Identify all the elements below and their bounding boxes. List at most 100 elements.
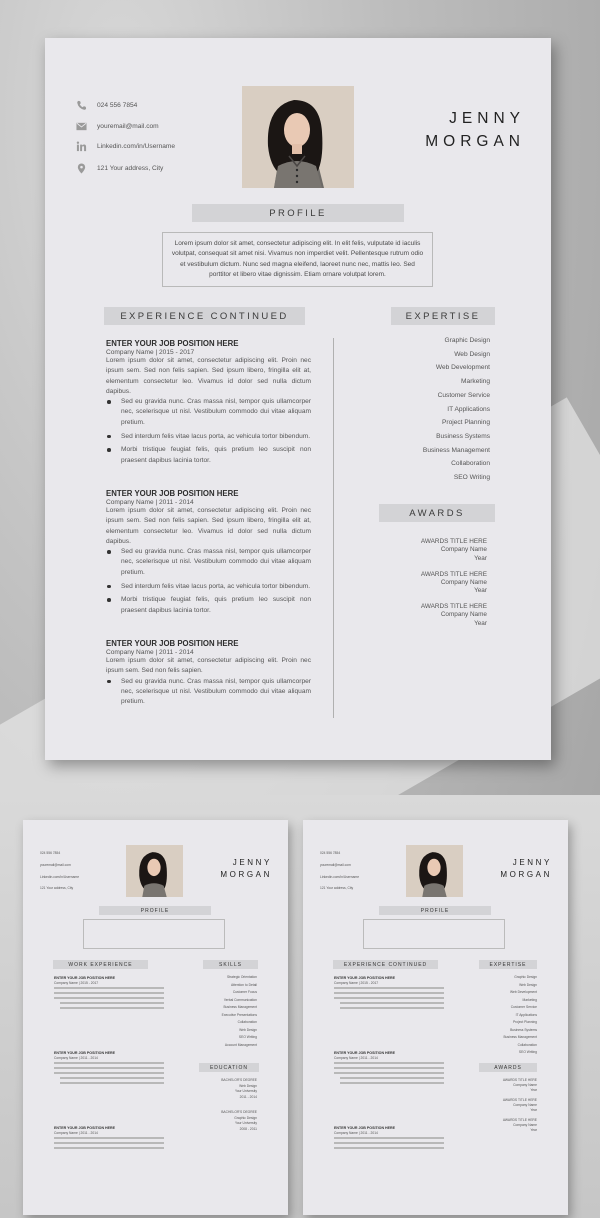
expertise-item: Project Planning: [441, 419, 490, 427]
thumb-award-year: Year: [530, 1128, 537, 1132]
profile-text: Lorem ipsum dolor sit amet, consectetur …: [171, 239, 424, 279]
thumb-expertise-item: SEO Writing: [518, 1050, 537, 1054]
thumb-right-experience-heading: EXPERIENCE CONTINUED: [333, 960, 438, 969]
resume-thumbnail-left: 024 556 7854 youremail@mail.com Linkedin…: [23, 820, 288, 1215]
thumb-left-photo: [126, 845, 183, 897]
thumb-expertise-item: Web Design: [519, 982, 537, 987]
thumb-job-title: ENTER YOUR JOB POSITION HERE: [54, 1126, 116, 1130]
map-pin-icon: [77, 162, 86, 174]
thumb-education-degree: BACHELOR'S DEGREE: [221, 1110, 257, 1114]
name-first: JENNY: [449, 110, 525, 127]
job-bullets: Sed eu gravida nunc. Cras massa nisl, te…: [106, 397, 311, 466]
contact-email-text: youremail@mail.com: [97, 122, 159, 130]
job-bullet: Morbi tristique feugiat felis, quis pret…: [106, 595, 311, 616]
envelope-icon: [76, 122, 87, 130]
thumb-left-skills-list: Strategic Orientation Attention to Detail…: [193, 975, 257, 1065]
thumb-skill-item: Executive Presentations: [221, 1012, 257, 1017]
thumb-expertise-item: Business Systems: [510, 1027, 537, 1032]
thumb-text-line: [340, 1082, 444, 1084]
thumb-left-experience-heading: WORK EXPERIENCE: [53, 960, 148, 969]
linkedin-icon: [76, 141, 87, 151]
thumb-text-line: [60, 1082, 164, 1084]
thumb-job-meta: Company Name | 2015 - 2017: [334, 981, 379, 985]
thumb-text-line: [334, 1147, 444, 1149]
thumb-award-title: AWARDS TITLE HERE: [502, 1078, 537, 1082]
thumb-text-line: [54, 1072, 164, 1074]
expertise-item: Business Systems: [436, 432, 490, 440]
thumb-job-meta: Company Name | 2015 - 2017: [54, 981, 99, 985]
thumb-text-line: [60, 1077, 164, 1079]
thumb-text-line: [334, 992, 444, 994]
thumb-job-title: ENTER YOUR JOB POSITION HERE: [54, 976, 116, 980]
contact-phone-text: 024 556 7854: [97, 101, 138, 109]
thumb-education-school: Your University: [234, 1121, 257, 1125]
thumb-right-profile-heading: PROFILE: [379, 906, 491, 915]
thumb-expertise-item: Graphic Design: [514, 975, 537, 979]
thumb-right-address: 121 Your address, City: [320, 886, 354, 890]
thumb-text-line: [54, 1067, 164, 1069]
thumb-skill-item: Collaboration: [237, 1020, 257, 1024]
thumb-right-experience-lines: ENTER YOUR JOB POSITION HERE Company Name…: [334, 976, 444, 1206]
expertise-item: Collaboration: [451, 460, 490, 468]
thumb-text-line: [340, 1007, 444, 1009]
contact-email: youremail@mail.com: [76, 119, 159, 133]
name-last: MORGAN: [425, 133, 525, 150]
thumb-award-company: Company Name: [513, 1123, 537, 1127]
profile-photo: [242, 86, 354, 188]
job-description: Lorem ipsum dolor sit amet, consectetur …: [106, 657, 311, 675]
experience-heading: EXPERIENCE CONTINUED: [104, 307, 305, 325]
thumb-text-line: [334, 997, 444, 999]
thumb-expertise-item: Web Development: [509, 990, 537, 994]
job-bullet: Sed eu gravida nunc. Cras massa nisl, te…: [106, 677, 311, 708]
thumb-text-line: [60, 1002, 164, 1004]
thumb-right-expertise-heading: EXPERTISE: [479, 960, 537, 969]
contact-linkedin-text: Linkedin.com/in/Username: [97, 142, 176, 150]
expertise-item: Graphic Design: [444, 337, 490, 344]
job-title: ENTER YOUR JOB POSITION HERE: [106, 489, 239, 498]
thumb-job-title: ENTER YOUR JOB POSITION HERE: [54, 1051, 116, 1055]
thumb-skill-item: Attention to Detail: [230, 982, 257, 987]
mockup-stage: 024 556 7854 youremail@mail.com Linkedin…: [0, 0, 600, 1218]
job-bullet: Sed eu gravida nunc. Cras massa nisl, te…: [106, 397, 311, 428]
thumb-education-degree: BACHELOR'S DEGREE: [221, 1078, 257, 1082]
thumb-award-title: AWARDS TITLE HERE: [502, 1118, 537, 1122]
thumb-left-address: 121 Your address, City: [40, 886, 74, 890]
thumb-education-school: Your University: [234, 1089, 257, 1093]
contact-address: 121 Your address, City: [76, 161, 163, 175]
column-divider: [333, 338, 334, 718]
thumb-left-portrait: [126, 845, 183, 897]
thumb-award-title: AWARDS TITLE HERE: [502, 1098, 537, 1102]
thumb-left-profile-box: [83, 919, 225, 949]
job-bullets: Sed eu gravida nunc. Cras massa nisl, te…: [106, 677, 311, 708]
thumb-text-line: [54, 992, 164, 994]
award-year: Year: [474, 587, 487, 595]
thumb-award-year: Year: [530, 1108, 537, 1112]
thumb-text-line: [334, 1072, 444, 1074]
thumb-left-email: youremail@mail.com: [40, 863, 71, 867]
award-year: Year: [474, 619, 487, 627]
thumb-text-line: [54, 1137, 164, 1139]
award-company: Company Name: [440, 611, 487, 619]
thumb-text-line: [334, 1067, 444, 1069]
award-year: Year: [474, 554, 487, 562]
thumb-right-awards-heading: AWARDS: [479, 1063, 537, 1072]
expertise-item: Web Development: [435, 364, 490, 372]
contact-phone: 024 556 7854: [76, 98, 137, 112]
expertise-heading: EXPERTISE: [391, 307, 495, 325]
award-title: AWARDS TITLE HERE: [420, 538, 487, 545]
thumb-expertise-item: Collaboration: [517, 1042, 537, 1047]
job-title: ENTER YOUR JOB POSITION HERE: [106, 639, 239, 648]
expertise-item: Business Management: [422, 446, 490, 454]
thumb-right-photo: [406, 845, 463, 897]
job-bullet: Sed eu gravida nunc. Cras massa nisl, te…: [106, 547, 311, 578]
job-bullets: Sed eu gravida nunc. Cras massa nisl, te…: [106, 547, 311, 616]
award-company: Company Name: [440, 546, 487, 554]
thumb-job-meta: Company Name | 2011 - 2014: [334, 1131, 378, 1135]
thumb-job-title: ENTER YOUR JOB POSITION HERE: [334, 976, 396, 980]
job-company-dates: Company Name | 2011 - 2014: [106, 499, 194, 506]
thumb-right-phone: 024 556 7854: [320, 851, 341, 855]
expertise-item: Web Design: [454, 350, 490, 358]
resume-page-main: 024 556 7854 youremail@mail.com Linkedin…: [45, 38, 551, 760]
portrait-image: [242, 86, 354, 188]
awards-list: AWARDS TITLE HERE Company Name Year AWARDS …: [375, 538, 487, 638]
